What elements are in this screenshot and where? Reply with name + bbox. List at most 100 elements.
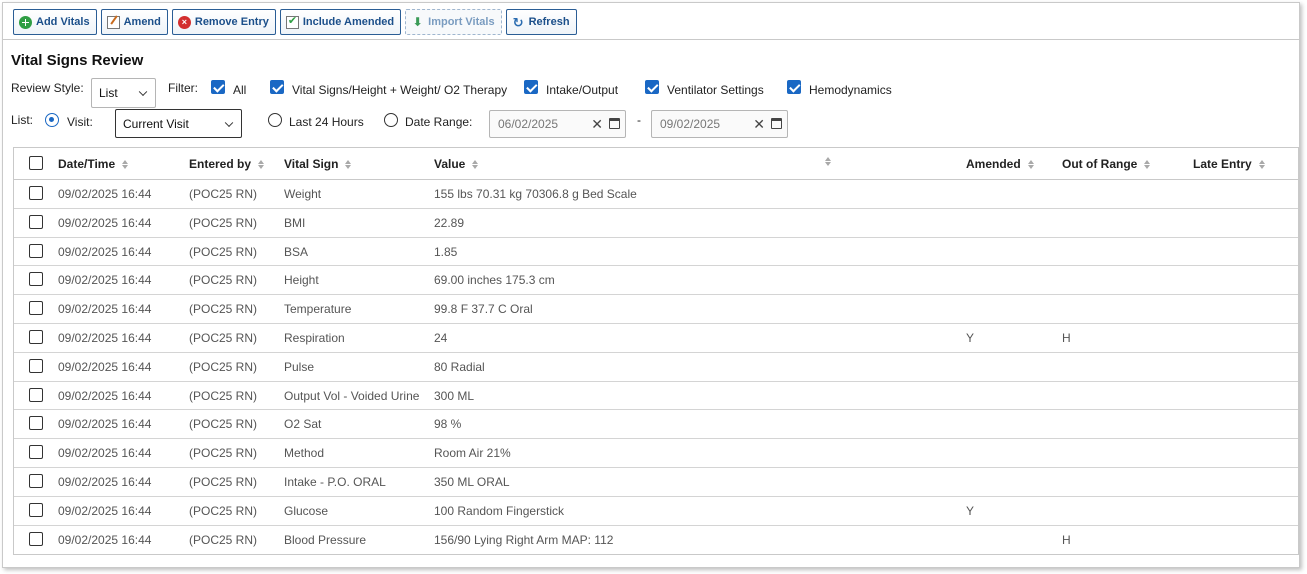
cell-entered-by: (POC25 RN) <box>189 330 258 345</box>
table-row[interactable]: 09/02/2025 16:44 (POC25 RN) Weight 155 l… <box>14 180 1298 209</box>
visit-select[interactable]: Current Visit <box>115 109 242 138</box>
row-checkbox[interactable] <box>29 186 43 200</box>
visit-radio[interactable] <box>45 113 59 127</box>
cell-vital-sign: O2 Sat <box>284 417 322 432</box>
row-checkbox[interactable] <box>29 243 43 258</box>
add-icon <box>19 15 32 29</box>
table-header: Date/Time Entered by Vital Sign Value Am… <box>14 148 1298 180</box>
column-header-entered-by[interactable]: Entered by <box>189 157 265 171</box>
cell-entered-by: (POC25 RN) <box>189 388 258 403</box>
include-amended-button[interactable]: Include Amended <box>279 9 402 35</box>
select-all-checkbox[interactable] <box>29 156 43 170</box>
table-row[interactable]: 09/02/2025 16:44 (POC25 RN) BMI 22.89 <box>14 209 1298 238</box>
cell-entered-by: (POC25 RN) <box>189 187 258 201</box>
chevron-down-icon <box>224 118 234 127</box>
row-checkbox[interactable] <box>29 358 43 373</box>
row-checkbox[interactable] <box>29 531 43 546</box>
remove-icon: × <box>177 15 191 29</box>
column-header-datetime[interactable]: Date/Time <box>58 157 129 171</box>
cell-vital-sign: Intake - P.O. ORAL <box>284 474 386 489</box>
cell-vital-sign: Glucose <box>284 503 329 518</box>
row-checkbox[interactable] <box>29 473 43 488</box>
amend-label: Amend <box>123 16 161 28</box>
table-row[interactable]: 09/02/2025 16:44 (POC25 RN) BSA 1.85 <box>14 238 1298 267</box>
row-checkbox[interactable] <box>29 301 43 316</box>
column-header-amended[interactable]: Amended <box>966 157 1034 171</box>
table-row[interactable]: 09/02/2025 16:44 (POC25 RN) Glucose 100 … <box>14 497 1298 526</box>
calendar-icon[interactable] <box>771 118 782 129</box>
cell-entered-by: (POC25 RN) <box>189 446 258 461</box>
amend-button[interactable]: Amend <box>100 9 168 35</box>
cell-vital-sign: Blood Pressure <box>284 532 367 547</box>
cell-vital-sign: Temperature <box>284 302 352 317</box>
review-style-select[interactable]: List <box>91 78 156 108</box>
sort-icon <box>258 159 265 169</box>
table-row[interactable]: 09/02/2025 16:44 (POC25 RN) Intake - P.O… <box>14 468 1298 497</box>
filter-vitals-label: Vital Signs/Height + Weight/ O2 Therapy <box>292 83 508 97</box>
cell-vital-sign: Weight <box>284 187 322 201</box>
row-checkbox[interactable] <box>29 445 43 460</box>
table-row[interactable]: 09/02/2025 16:44 (POC25 RN) Pulse 80 Rad… <box>14 353 1298 382</box>
table-row[interactable]: 09/02/2025 16:44 (POC25 RN) Method Room … <box>14 439 1298 468</box>
row-checkbox[interactable] <box>29 214 43 229</box>
refresh-button[interactable]: ↻ Refresh <box>505 9 577 35</box>
row-checkbox[interactable] <box>29 272 43 287</box>
cell-entered-by: (POC25 RN) <box>189 474 258 489</box>
import-vitals-button[interactable]: ⬇ Import Vitals <box>405 9 502 35</box>
table-row[interactable]: 09/02/2025 16:44 (POC25 RN) Blood Pressu… <box>14 526 1298 555</box>
row-checkbox[interactable] <box>29 502 43 517</box>
table-row[interactable]: 09/02/2025 16:44 (POC25 RN) Respiration … <box>14 324 1298 353</box>
remove-entry-button[interactable]: × Remove Entry <box>171 9 276 35</box>
vitals-table: Date/Time Entered by Vital Sign Value Am… <box>13 147 1299 556</box>
date-to-field[interactable]: 09/02/2025 ✕ <box>651 110 788 138</box>
cell-entered-by: (POC25 RN) <box>189 359 258 374</box>
date-range-radio[interactable] <box>384 113 398 127</box>
row-checkbox[interactable] <box>29 329 43 344</box>
visit-label: Visit: <box>67 115 93 129</box>
column-header-late-entry[interactable]: Late Entry <box>1193 157 1265 171</box>
column-header-label: Date/Time <box>58 157 116 171</box>
cell-vital-sign: Pulse <box>284 359 315 374</box>
table-row[interactable]: 09/02/2025 16:44 (POC25 RN) Height 69.00… <box>14 266 1298 296</box>
filter-hemodynamics-checkbox[interactable] <box>787 80 801 94</box>
cell-datetime: 09/02/2025 16:44 <box>58 244 152 259</box>
last-24-hours-radio[interactable] <box>268 113 282 127</box>
cell-vital-sign: BMI <box>284 215 306 230</box>
column-header-unlabeled[interactable] <box>825 157 831 166</box>
filter-ventilator-label: Ventilator Settings <box>667 83 764 97</box>
filter-hemodynamics-label: Hemodynamics <box>809 83 892 97</box>
filter-intake-output-checkbox[interactable] <box>524 80 538 94</box>
remove-entry-label: Remove Entry <box>194 16 269 28</box>
column-header-value[interactable]: Value <box>434 157 479 171</box>
row-checkbox[interactable] <box>29 387 43 402</box>
clear-icon[interactable]: ✕ <box>591 116 603 133</box>
cell-value: 99.8 F 37.7 C Oral <box>434 302 533 317</box>
filter-vitals-checkbox[interactable] <box>270 80 284 94</box>
clear-icon[interactable]: ✕ <box>753 116 765 133</box>
cell-entered-by: (POC25 RN) <box>189 273 258 288</box>
cell-value: 100 Random Fingerstick <box>434 503 565 518</box>
column-header-vital-sign[interactable]: Vital Sign <box>284 157 352 171</box>
page-title: Vital Signs Review <box>11 52 144 69</box>
table-row[interactable]: 09/02/2025 16:44 (POC25 RN) Output Vol -… <box>14 382 1298 411</box>
filter-all-checkbox[interactable] <box>211 80 225 94</box>
toolbar-divider <box>3 39 1299 40</box>
cell-entered-by: (POC25 RN) <box>189 503 258 518</box>
column-header-label: Value <box>434 157 466 171</box>
cell-datetime: 09/02/2025 16:44 <box>58 417 152 432</box>
date-from-value: 06/02/2025 <box>498 117 559 131</box>
row-checkbox[interactable] <box>29 416 43 431</box>
cell-value: 155 lbs 70.31 kg 70306.8 g Bed Scale <box>434 187 637 201</box>
last-24-hours-label: Last 24 Hours <box>289 115 364 129</box>
column-header-out-of-range[interactable]: Out of Range <box>1062 157 1151 171</box>
table-row[interactable]: 09/02/2025 16:44 (POC25 RN) O2 Sat 98 % <box>14 410 1298 440</box>
cell-datetime: 09/02/2025 16:44 <box>58 474 152 489</box>
add-vitals-button[interactable]: Add Vitals <box>13 9 97 35</box>
cell-vital-sign: Height <box>284 273 319 288</box>
cell-out-of-range: H <box>1062 330 1071 345</box>
table-row[interactable]: 09/02/2025 16:44 (POC25 RN) Temperature … <box>14 295 1298 324</box>
filter-ventilator-checkbox[interactable] <box>645 80 659 94</box>
calendar-icon[interactable] <box>609 118 620 129</box>
sort-icon <box>825 157 831 166</box>
date-from-field[interactable]: 06/02/2025 ✕ <box>489 110 626 138</box>
